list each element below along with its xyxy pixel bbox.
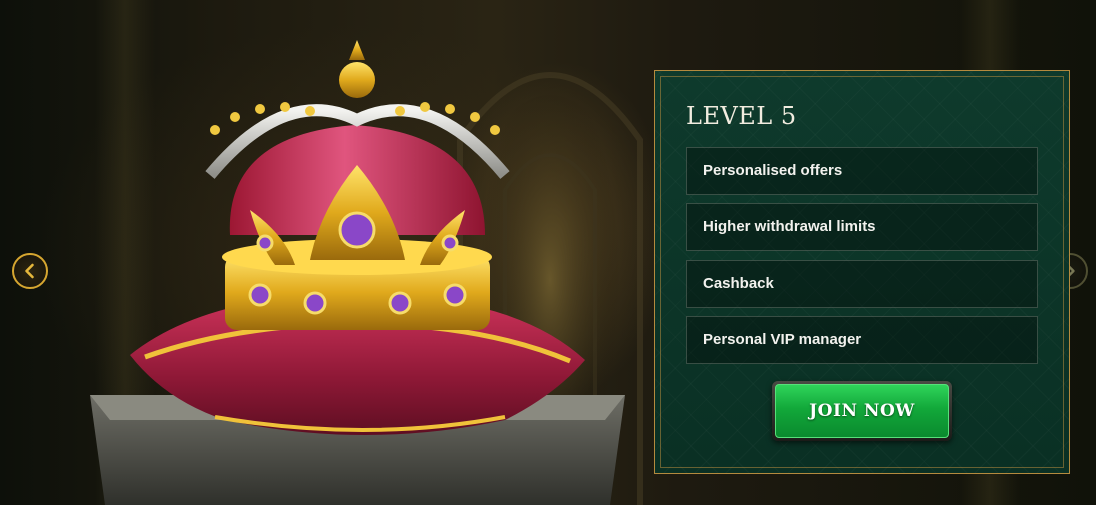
previous-slide-button[interactable] [12,253,48,289]
chevron-left-icon [25,263,34,279]
crown-on-pillow-image [90,40,625,505]
benefit-personal-vip-manager: Personal VIP manager [686,316,1038,364]
join-now-button-face[interactable]: JOIN NOW [775,384,949,438]
benefit-higher-withdrawal-limits: Higher withdrawal limits [686,203,1038,251]
level-title: LEVEL 5 [686,102,797,130]
join-now-label: JOIN NOW [809,401,915,421]
benefit-personalised-offers: Personalised offers [686,147,1038,195]
join-now-button[interactable]: JOIN NOW [772,381,952,441]
benefit-cashback: Cashback [686,260,1038,308]
vip-level-slide: LEVEL 5 Personalised offers Higher withd… [0,0,1096,505]
